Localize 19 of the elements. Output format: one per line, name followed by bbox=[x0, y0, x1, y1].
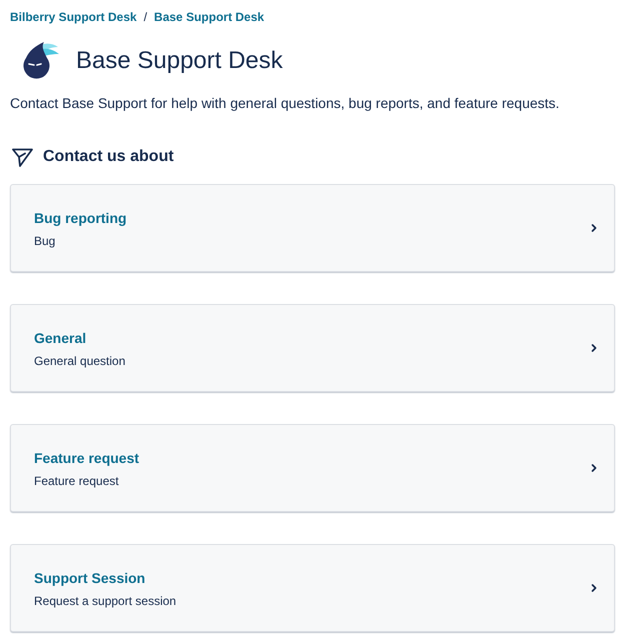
breadcrumb-separator: / bbox=[144, 9, 148, 26]
request-type-card[interactable]: Support Session Request a support session bbox=[10, 544, 615, 632]
request-type-title: Feature request bbox=[34, 449, 140, 468]
request-type-card[interactable]: Feature request Feature request bbox=[10, 424, 615, 512]
page-description: Contact Base Support for help with general questions, bug reports, and feature requests. bbox=[9, 94, 560, 113]
breadcrumb-link[interactable]: Bilberry Support Desk bbox=[10, 8, 137, 26]
section-heading: Contact us about bbox=[43, 147, 174, 167]
request-type-card[interactable]: General General question bbox=[10, 304, 615, 392]
request-type-description: General question bbox=[34, 353, 126, 369]
request-type-title: General bbox=[34, 329, 86, 348]
request-type-description: Feature request bbox=[34, 473, 119, 489]
request-type-title: Bug reporting bbox=[34, 209, 127, 228]
send-icon bbox=[12, 148, 33, 166]
breadcrumb-link[interactable]: Base Support Desk bbox=[154, 8, 264, 26]
request-type-description: Request a support session bbox=[34, 593, 176, 609]
page-title: Base Support Desk bbox=[76, 46, 283, 76]
request-type-description: Bug bbox=[34, 233, 56, 249]
request-type-title: Support Session bbox=[34, 569, 146, 588]
request-type-card[interactable]: Bug reporting Bug bbox=[10, 184, 615, 272]
